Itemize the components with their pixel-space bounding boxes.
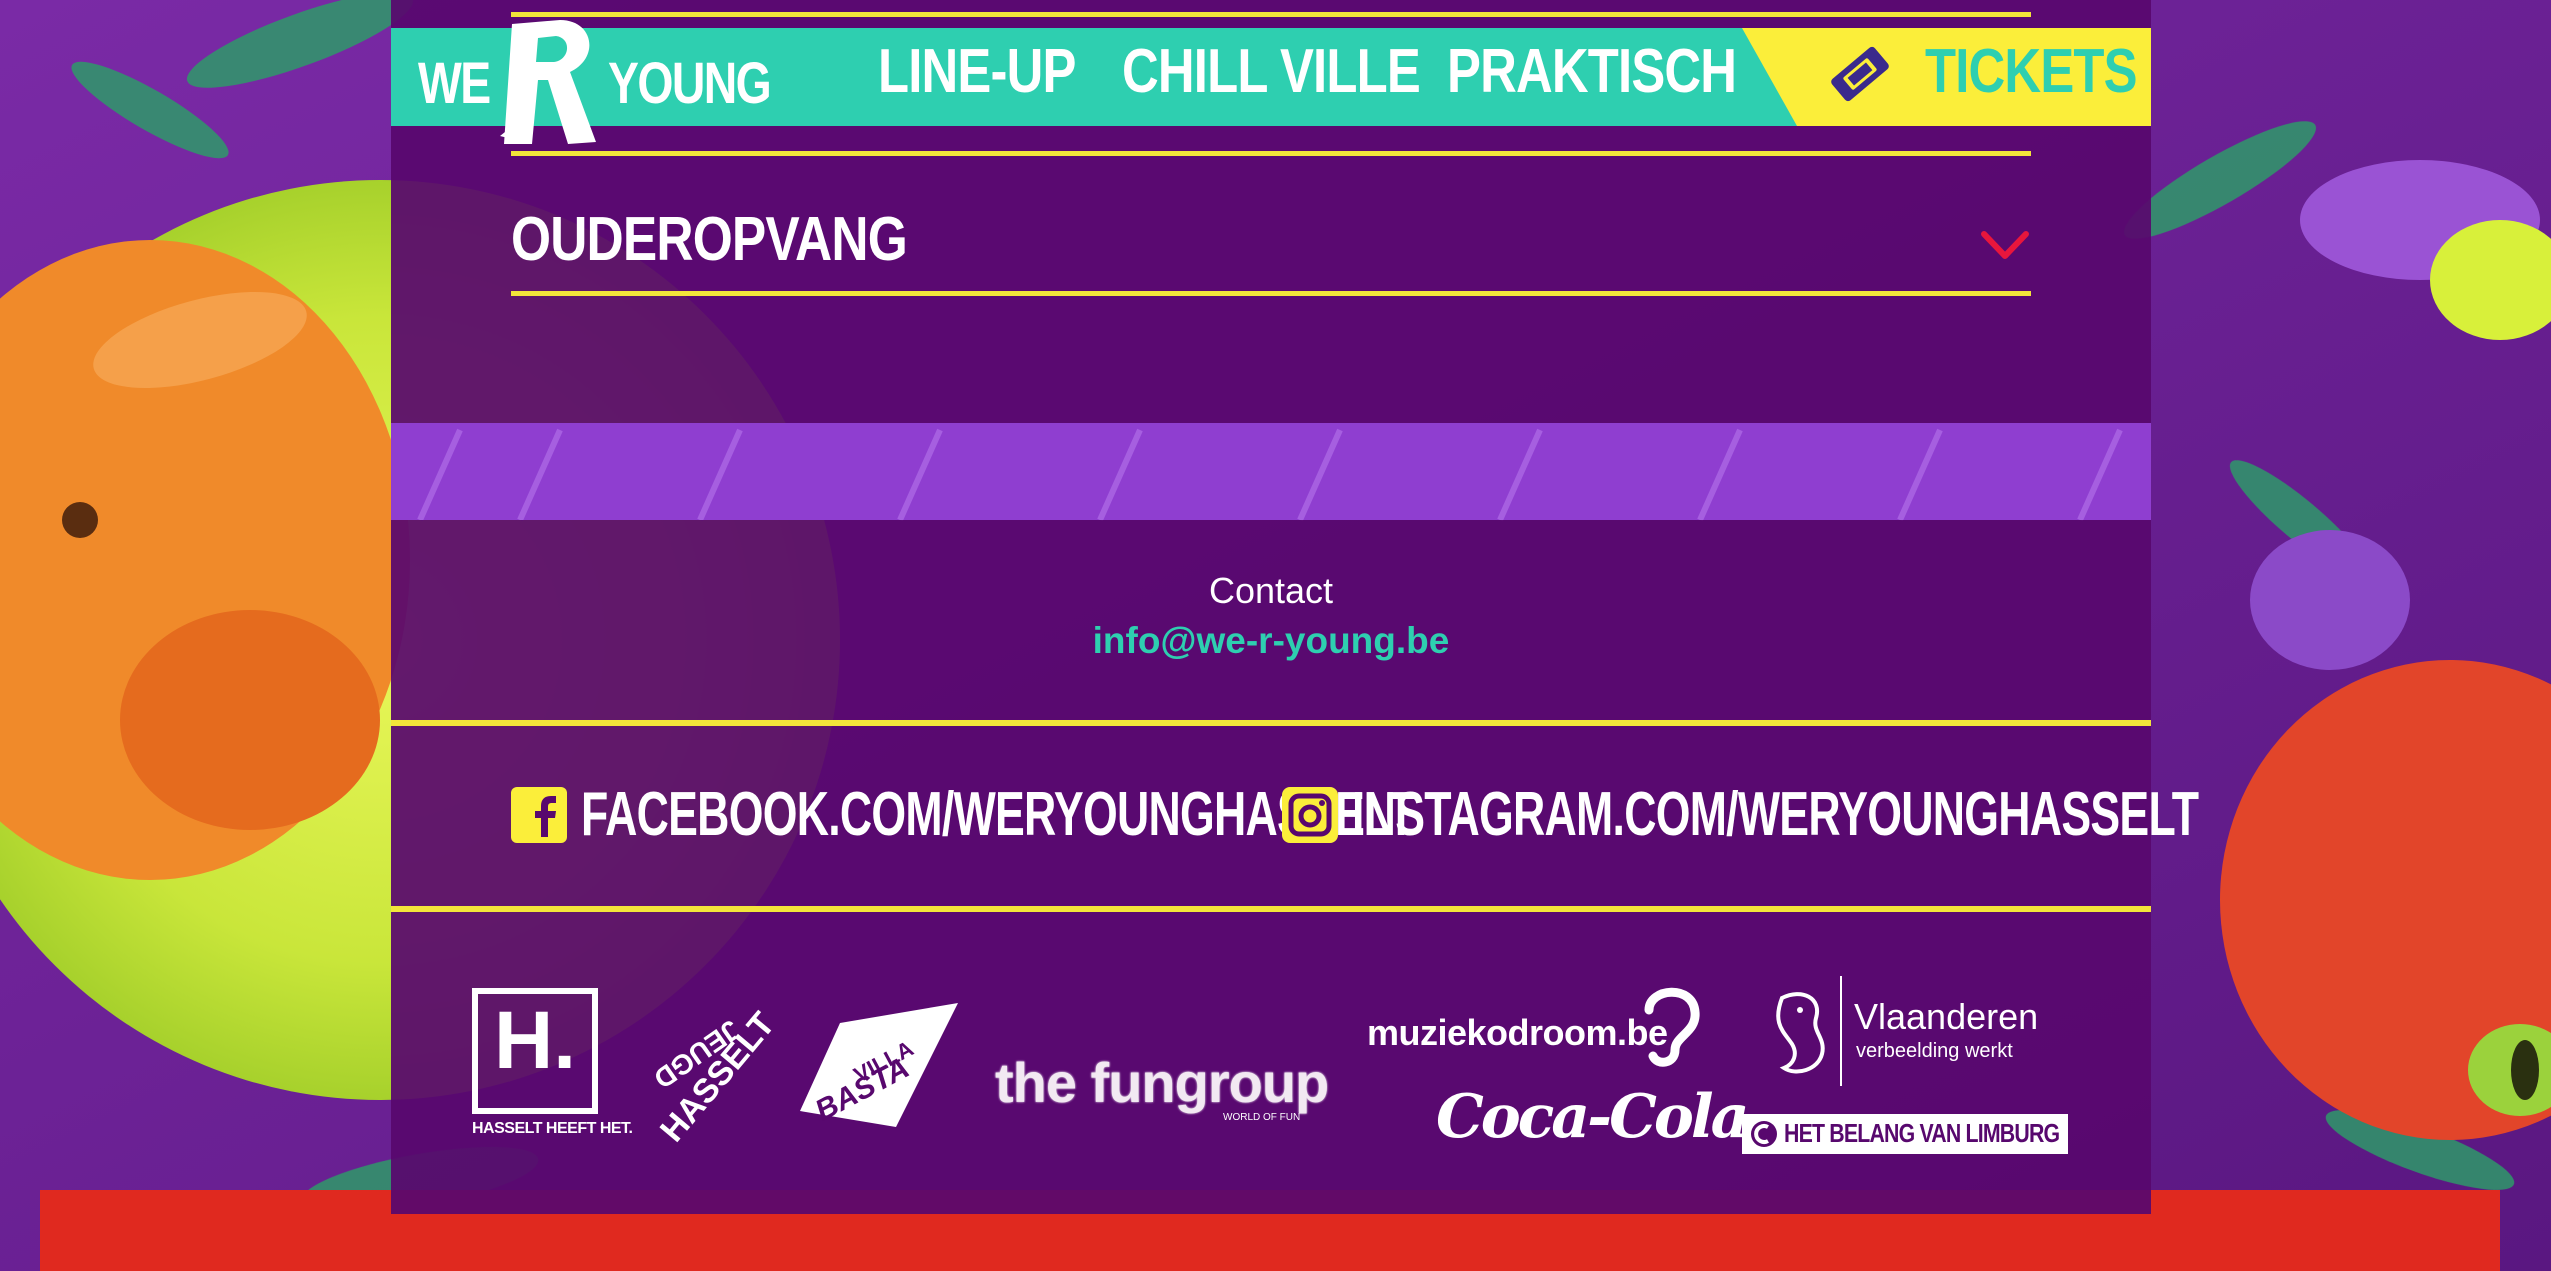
sponsor-fungroup-logo[interactable]: the fungroup WORLD OF FUN [995,1050,1329,1123]
hasselt-logo-mark: H. [494,995,576,1086]
vlaanderen-slogan: verbeelding werkt [1856,1040,2013,1062]
instagram-link-text: INSTAGRAM.COM/WERYOUNGHASSELT [1352,780,2199,849]
fungroup-text: the fungroup [995,1051,1329,1114]
sponsor-jeugd-hasselt-logo[interactable]: JEUGD HASSELT [628,1004,782,1149]
instagram-icon [1282,787,1338,843]
sponsor-muziekodroom-logo[interactable]: muziekodroom.be [1367,980,1707,1070]
het-belang-text: HET BELANG VAN LIMBURG [1784,1118,2060,1148]
muziekodroom-text: muziekodroom.be [1367,1012,1668,1053]
accordion-title-ouderopvang[interactable]: OUDEROPVANG [511,205,908,275]
flemish-lion-icon [1776,992,1825,1074]
divider [391,906,2151,912]
sponsor-het-belang-van-limburg-logo[interactable]: HET BELANG VAN LIMBURG [1742,1114,2068,1154]
logo-text-we: WE [418,51,491,116]
logo-text-young: YOUNG [608,51,772,116]
divider [511,151,2031,156]
nav-item-tickets[interactable]: TICKETS [1925,36,2138,108]
nav-item-line-up[interactable]: LINE-UP [878,36,1076,108]
nav-item-chill-ville[interactable]: CHILL VILLE [1122,36,1421,108]
vlaanderen-text: Vlaanderen [1854,996,2039,1037]
muziekodroom-ear-icon [1644,987,1700,1067]
nav-item-praktisch[interactable]: PRAKTISCH [1447,36,1737,108]
logo-r-mark: R [490,16,596,144]
hbvl-circle-icon [1751,1121,1777,1147]
facebook-icon [511,787,567,843]
sponsor-hasselt-logo[interactable]: H. HASSELT HEEFT HET. [472,988,633,1144]
site-logo[interactable]: WE R YOUNG [414,16,772,148]
vlaanderen-divider [1840,976,1842,1086]
contact-label: Contact [1208,570,1334,611]
divider [391,720,2151,726]
sponsor-vlaanderen-logo[interactable]: Vlaanderen verbeelding werkt [1772,976,2042,1086]
fungroup-tagline: WORLD OF FUN [1223,1112,1301,1123]
svg-text:R: R [490,16,502,20]
hasselt-logo-caption: HASSELT HEEFT HET. [472,1120,633,1137]
sponsor-villa-basta-logo[interactable]: VILLA BASTA [800,1003,958,1128]
contact-email-link[interactable]: info@we-r-young.be [391,620,2151,662]
divider [511,291,2031,296]
ticket-icon[interactable] [1824,38,1896,110]
sponsor-coca-cola-logo[interactable]: Coca-Cola [1436,1082,1750,1152]
chevron-down-icon[interactable] [1980,228,2030,262]
